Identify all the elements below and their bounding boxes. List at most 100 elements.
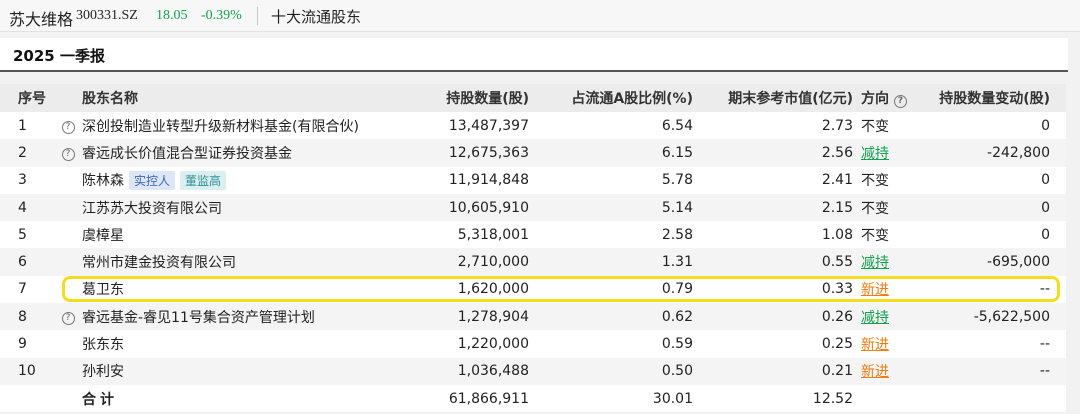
total-empty [853,385,911,412]
table-row: 5 虞樟星 5,318,001 2.58 1.08 不变 0 [0,221,1066,249]
row-help-cell [56,330,80,357]
row-index: 6 [18,254,27,271]
direction-cell: 减持 [853,139,911,166]
change-cell: -- [1039,281,1050,298]
total-shares: 61,866,911 [448,390,529,407]
change-cell: -242,800 [987,144,1050,161]
question-circle-icon[interactable]: ? [61,121,75,135]
holder-name-cell: 睿远基金-睿见11号集合资产管理计划 [80,303,398,330]
holder-name-cell: 睿远成长价值混合型证券投资基金 [80,139,398,166]
section-title: 十大流通股东 [271,8,362,26]
change-cell: 0 [1041,226,1050,243]
row-help-cell [56,221,80,248]
shares-cell: 1,278,904 [457,308,529,325]
change-cell: -5,622,500 [973,308,1050,325]
direction-label[interactable]: 减持 [861,255,889,271]
row-index: 5 [18,226,27,243]
row-index: 1 [18,117,27,134]
row-help-cell [56,194,80,221]
period-header: 2025 一季报 [0,38,1068,72]
col-header-value[interactable]: 期末参考市值(亿元) [693,84,853,112]
holder-name[interactable]: 睿远成长价值混合型证券投资基金 [82,146,292,162]
ratio-cell: 0.79 [661,281,693,298]
direction-cell: 新进 [853,358,911,385]
direction-cell: 不变 [853,112,911,139]
direction-cell: 减持 [853,248,911,275]
direction-label[interactable]: 新进 [861,337,889,353]
change-cell: 0 [1041,117,1050,134]
shares-cell: 11,914,848 [448,172,529,189]
top-bar: 苏大维格 300331.SZ 18.05 -0.39% 十大流通股东 [0,0,1080,32]
col-header-name: 股东名称 [82,91,138,107]
table-row: 7 葛卫东 1,620,000 0.79 0.33 新进 -- [0,275,1066,304]
question-circle-icon[interactable]: ? [61,312,75,326]
value-cell: 0.26 [821,308,853,325]
change-cell: -- [1039,336,1050,353]
total-empty [56,385,80,412]
direction-label[interactable]: 新进 [861,282,889,298]
ratio-cell: 6.54 [661,117,693,134]
holder-name-cell: 江苏苏大投资有限公司 [80,194,398,221]
direction-label[interactable]: 减持 [861,146,889,162]
value-cell: 0.33 [821,281,853,298]
holder-name[interactable]: 睿远基金-睿见11号集合资产管理计划 [82,310,315,326]
total-label-cell: 合计 [80,385,398,412]
question-circle-icon[interactable]: ? [893,95,907,108]
direction-cell: 不变 [853,221,911,248]
row-help-cell: ? [56,112,80,139]
row-help-cell [56,167,80,194]
value-cell: 0.55 [821,254,853,271]
shares-cell: 13,487,397 [448,117,529,134]
value-cell: 0.21 [821,363,853,380]
holder-tag[interactable]: 董监高 [180,171,227,191]
value-cell: 2.41 [821,172,853,189]
direction-label: 不变 [861,118,889,135]
holder-tag[interactable]: 实控人 [129,171,176,191]
question-circle-icon[interactable]: ? [61,148,75,162]
ratio-cell: 5.78 [661,172,693,189]
stock-name[interactable]: 苏大维格 [9,6,73,30]
table-row: 10 孙利安 1,036,488 0.50 0.21 新进 -- [0,357,1066,385]
table-row: 2? 睿远成长价值混合型证券投资基金 12,675,363 6.15 2.56 减持 -24… [0,139,1066,167]
direction-label: 不变 [861,173,889,190]
holder-name[interactable]: 陈林森 [82,173,124,189]
holder-name[interactable]: 张东东 [82,337,124,353]
total-row: 合计 61,866,911 30.01 12.52 [0,384,1066,413]
col-header-shares[interactable]: 持股数量(股) [398,84,529,112]
holder-name-cell: 陈林森 实控人 董监高 [80,167,398,194]
change-cell: 0 [1041,172,1050,189]
shares-cell: 1,036,488 [457,363,529,380]
total-value: 12.52 [812,390,853,407]
direction-label[interactable]: 新进 [861,364,889,380]
holder-name[interactable]: 常州市建金投资有限公司 [82,255,236,271]
col-header-change[interactable]: 持股数量变动(股) [911,84,1066,112]
ratio-cell: 5.14 [661,199,693,216]
holder-name[interactable]: 葛卫东 [82,282,124,298]
holder-name-cell: 深创投制造业转型升级新材料基金(有限合伙) [80,112,398,139]
row-index: 10 [18,363,36,380]
ratio-cell: 6.15 [661,144,693,161]
row-index: 4 [18,199,27,216]
direction-label: 不变 [861,227,889,244]
holder-name[interactable]: 虞樟星 [82,228,124,244]
ratio-cell: 0.59 [661,336,693,353]
direction-label[interactable]: 减持 [861,310,889,326]
holder-name[interactable]: 深创投制造业转型升级新材料基金(有限合伙) [82,119,359,135]
shares-cell: 2,710,000 [457,254,529,271]
table-row: 1? 深创投制造业转型升级新材料基金(有限合伙) 13,487,397 6.54 2.7… [0,112,1066,140]
stock-code: 300331.SZ [76,8,138,23]
col-header-ratio[interactable]: 占流通A股比例(%) [529,84,693,112]
holder-name[interactable]: 江苏苏大投资有限公司 [82,201,222,217]
holder-name[interactable]: 孙利安 [82,364,124,380]
col-header-direction-label: 方向 [861,91,889,107]
row-help-cell [56,276,80,303]
row-index: 7 [18,281,27,298]
total-empty [0,385,56,412]
holder-name-cell: 孙利安 [80,358,398,385]
divider [257,7,258,25]
ratio-cell: 2.58 [661,226,693,243]
row-index: 3 [18,172,27,189]
direction-cell: 减持 [853,303,911,330]
holder-name-cell: 葛卫东 [80,276,398,303]
stock-change: -0.39% [201,8,242,23]
